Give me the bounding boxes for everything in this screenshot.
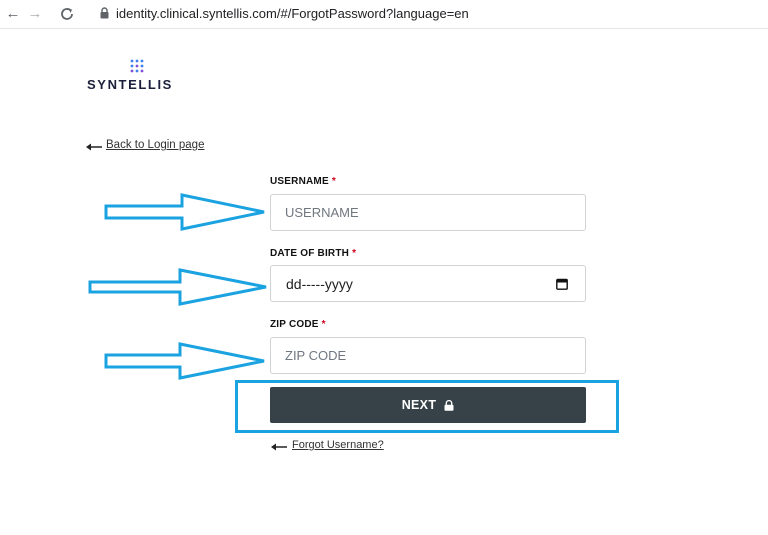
reload-icon[interactable] — [58, 5, 76, 23]
dob-label: DATE OF BIRTH * — [270, 248, 356, 259]
back-to-login-label: Back to Login page — [106, 139, 205, 151]
outline-arrow-right-icon — [104, 342, 265, 380]
zip-label: ZIP CODE * — [270, 319, 326, 330]
required-mark: * — [331, 176, 336, 187]
logo-text: SYNTELLIS — [87, 77, 173, 92]
next-button-highlight — [235, 380, 619, 433]
lock-icon — [100, 7, 109, 19]
outline-arrow-right-icon — [104, 193, 265, 231]
date-of-birth-input[interactable]: dd-----yyyy — [270, 265, 586, 302]
dob-label-text: DATE OF BIRTH — [270, 248, 350, 259]
arrow-left-icon[interactable]: ← — [4, 5, 22, 23]
date-value: dd-----yyyy — [286, 276, 353, 292]
username-label-text: USERNAME — [270, 176, 329, 187]
arrow-right-icon[interactable]: → — [26, 5, 44, 23]
calendar-icon[interactable] — [556, 278, 568, 290]
url-text: identity.clinical.syntellis.com/#/Forgot… — [116, 6, 469, 21]
zip-label-text: ZIP CODE — [270, 319, 319, 330]
required-mark: * — [352, 248, 357, 259]
arrow-left-icon — [271, 443, 287, 451]
dot-grid-icon — [130, 59, 144, 73]
zip-code-input[interactable] — [270, 337, 586, 374]
syntellis-logo: SYNTELLIS — [80, 57, 180, 93]
arrow-left-icon — [86, 143, 102, 151]
username-input[interactable] — [270, 194, 586, 231]
browser-toolbar: ← → identity.clinical.syntellis.com/#/Fo… — [0, 0, 768, 29]
forgot-username-label: Forgot Username? — [292, 439, 384, 451]
required-mark: * — [321, 319, 326, 330]
username-label: USERNAME * — [270, 176, 336, 187]
outline-arrow-right-icon — [88, 268, 267, 306]
